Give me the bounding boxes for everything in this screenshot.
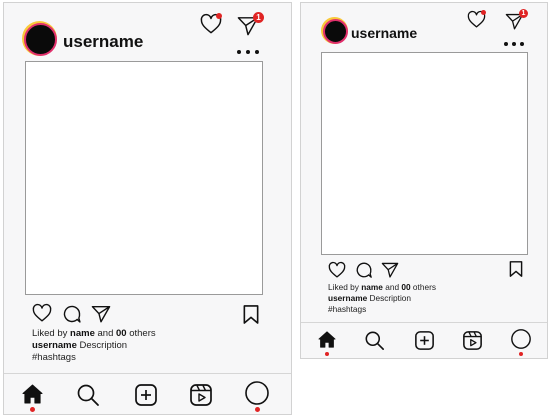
share-icon[interactable] (381, 262, 399, 278)
likes-prefix: Liked by (328, 282, 359, 292)
likes-mid: and (97, 328, 114, 339)
hashtags-line[interactable]: #hashtags (328, 304, 366, 314)
likes-suffix: others (129, 328, 156, 339)
description-line: username Description (32, 340, 127, 352)
avatar[interactable] (323, 19, 348, 44)
caption-description: Description (79, 340, 128, 351)
create-icon[interactable] (415, 331, 434, 350)
more-options-icon[interactable] (237, 50, 259, 54)
like-icon[interactable] (32, 303, 52, 322)
post-image-placeholder (321, 52, 528, 255)
notification-dot (216, 13, 222, 19)
caption-author[interactable]: username (328, 293, 367, 303)
notification-badge: 1 (519, 9, 528, 18)
description-line: username Description (328, 293, 411, 303)
like-icon[interactable] (328, 261, 346, 278)
reels-icon[interactable] (190, 384, 212, 406)
search-icon[interactable] (77, 384, 99, 406)
bottom-nav (4, 373, 291, 416)
notification-dot (481, 10, 486, 15)
profile-icon[interactable] (245, 381, 269, 405)
search-icon[interactable] (365, 331, 384, 350)
post-image-placeholder (25, 61, 263, 295)
comment-icon[interactable] (355, 261, 373, 279)
home-icon[interactable] (318, 331, 336, 348)
bottom-nav (301, 322, 547, 359)
bookmark-icon[interactable] (243, 305, 259, 324)
post-frame-large: username 1 Liked by name and 00 others u… (3, 2, 292, 415)
profile-dot (519, 352, 523, 356)
avatar[interactable] (24, 23, 57, 56)
post-frame-small: username 1 Liked by name and 00 others u… (300, 2, 548, 359)
more-options-icon[interactable] (504, 42, 524, 46)
share-icon[interactable] (91, 305, 111, 323)
likes-line: Liked by name and 00 others (32, 328, 156, 340)
caption-author[interactable]: username (32, 340, 77, 351)
likes-suffix: others (412, 282, 436, 292)
hashtags-line[interactable]: #hashtags (32, 352, 76, 364)
likes-prefix: Liked by (32, 328, 68, 339)
likes-mid: and (385, 282, 400, 292)
home-icon[interactable] (22, 384, 43, 404)
likes-count: 00 (116, 328, 127, 339)
bookmark-icon[interactable] (509, 261, 523, 277)
active-tab-dot (325, 352, 329, 356)
likes-count: 00 (401, 282, 411, 292)
profile-dot (255, 407, 260, 412)
active-tab-dot (30, 407, 35, 412)
comment-icon[interactable] (62, 304, 82, 324)
caption-description: Description (369, 293, 412, 303)
liked-by-name[interactable]: name (361, 282, 383, 292)
profile-icon[interactable] (511, 329, 531, 349)
likes-line: Liked by name and 00 others (328, 282, 436, 292)
post-username[interactable]: username (351, 25, 417, 41)
reels-icon[interactable] (463, 331, 482, 350)
post-username[interactable]: username (63, 32, 143, 52)
notification-badge: 1 (253, 12, 264, 23)
liked-by-name[interactable]: name (70, 328, 95, 339)
create-icon[interactable] (135, 384, 157, 406)
